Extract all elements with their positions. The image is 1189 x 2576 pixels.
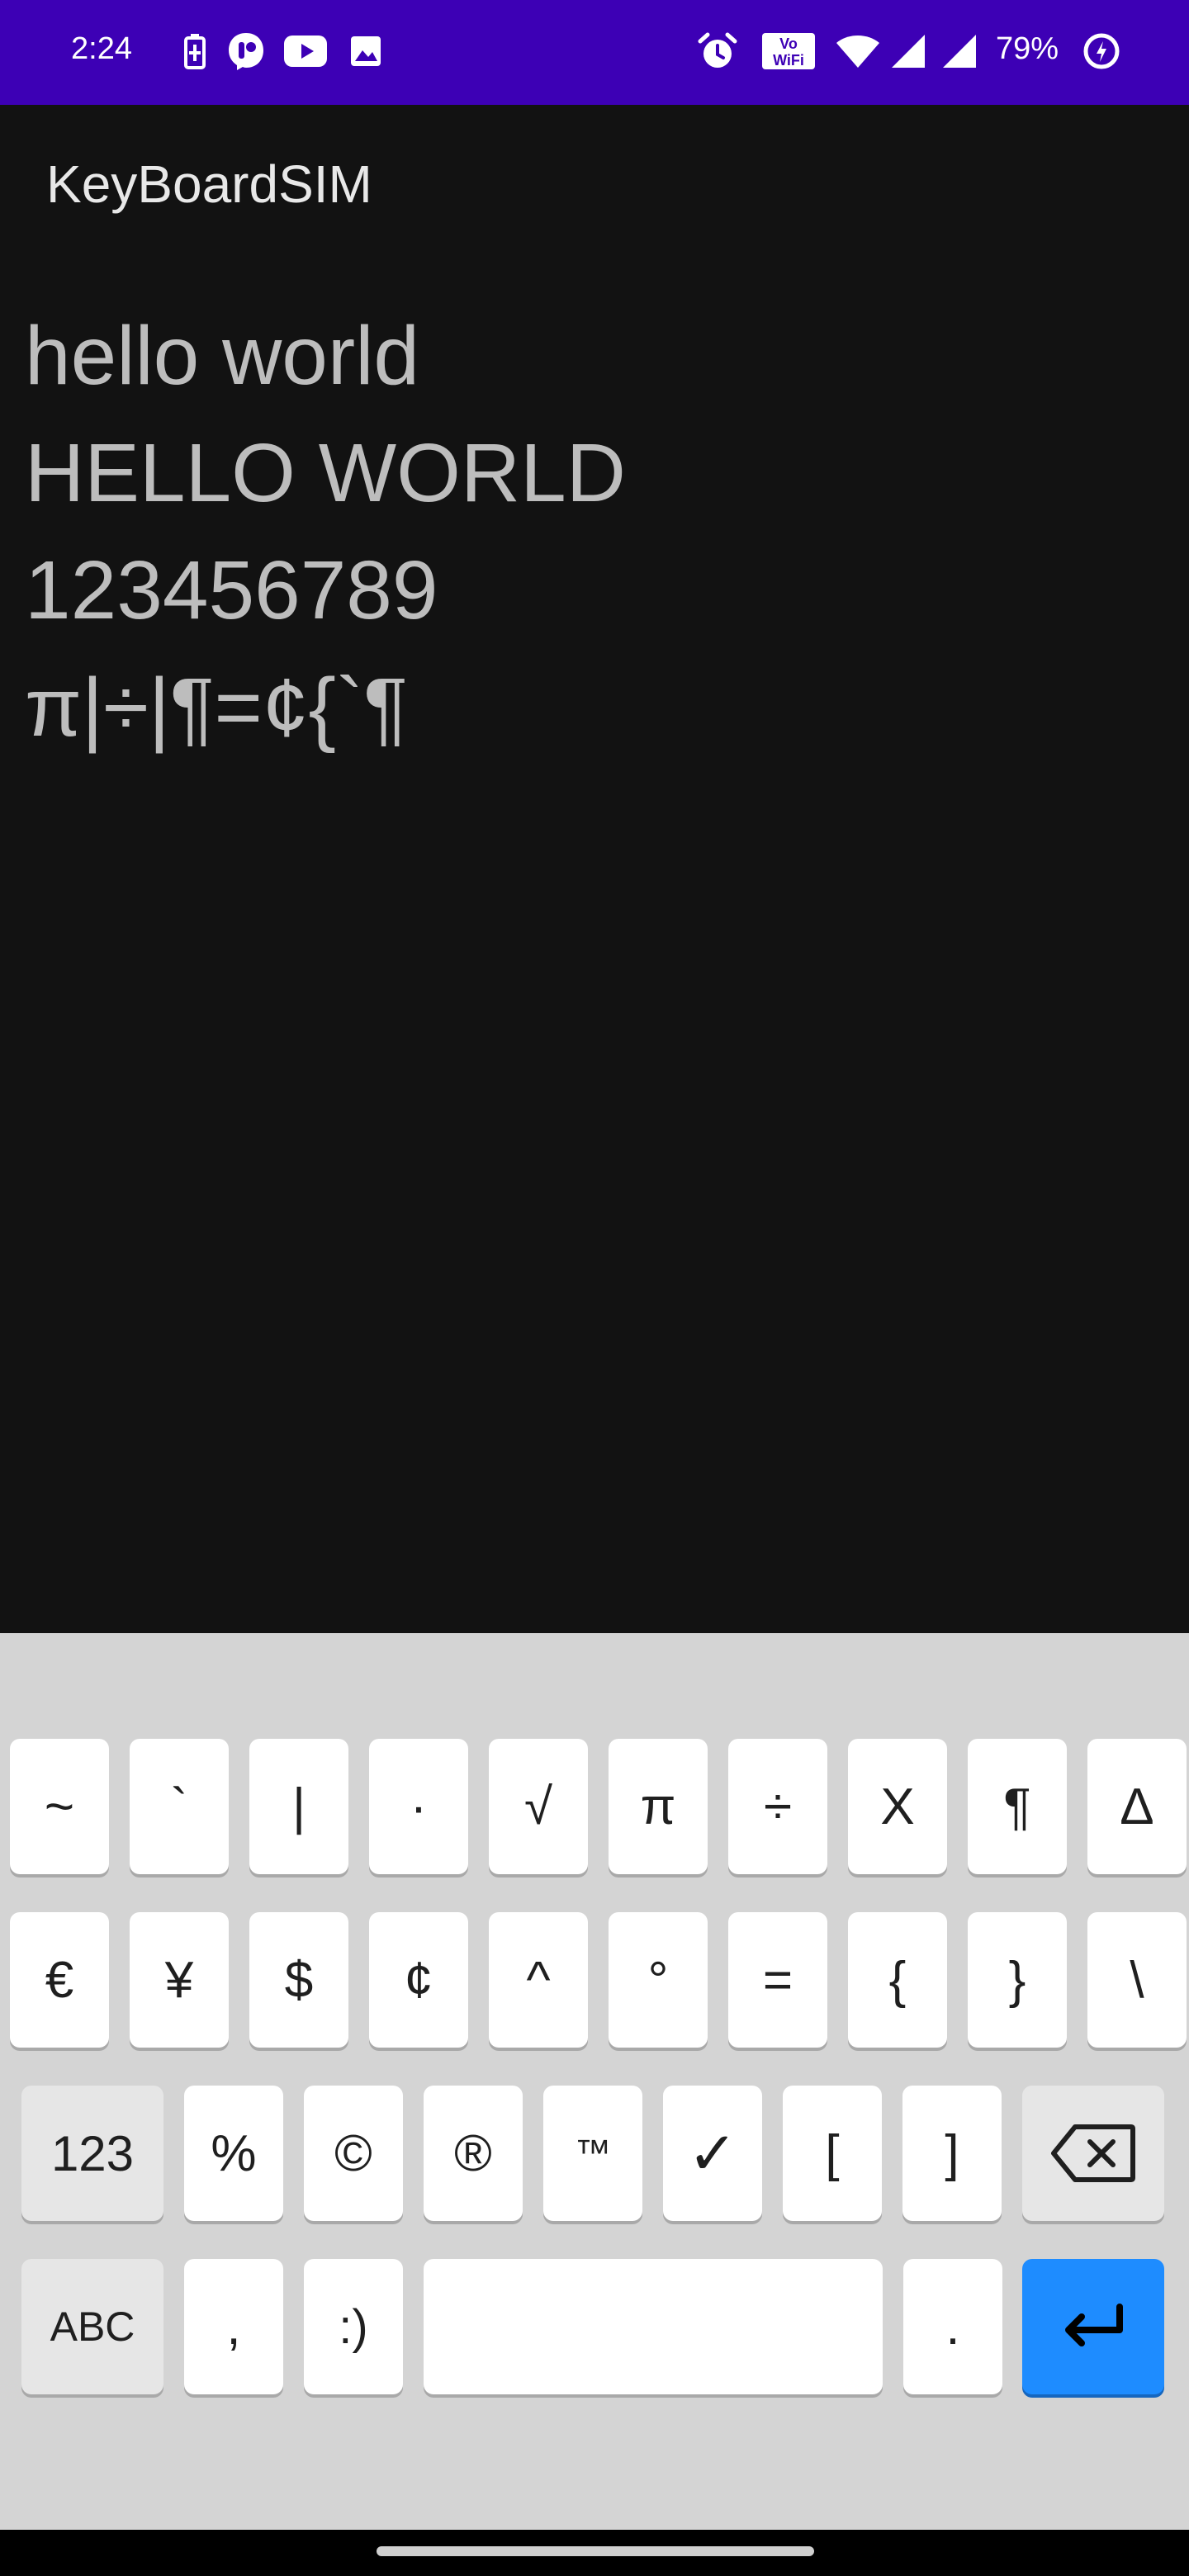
key-divide[interactable]: ÷ (728, 1739, 827, 1874)
key-euro[interactable]: € (10, 1912, 109, 2048)
key-caret[interactable]: ^ (489, 1912, 588, 2048)
space-key[interactable] (424, 2259, 883, 2394)
messenger-icon (225, 28, 268, 74)
enter-key[interactable] (1022, 2259, 1164, 2394)
navigation-bar (0, 2530, 1189, 2576)
wifi-icon (834, 28, 882, 74)
symbol-keyboard: ~ ` | · √ π ÷ X ¶ Δ € ¥ $ ¢ ^ ° = { } \ … (0, 1633, 1189, 2530)
key-smiley[interactable]: :) (304, 2259, 403, 2394)
key-left-bracket[interactable]: [ (783, 2086, 882, 2221)
text-editor[interactable]: hello world HELLO WORLD 123456789 π|÷|¶=… (25, 297, 1164, 766)
key-sqrt[interactable]: √ (489, 1739, 588, 1874)
gallery-icon (347, 28, 385, 74)
key-right-bracket[interactable]: ] (902, 2086, 1002, 2221)
key-cent[interactable]: ¢ (369, 1912, 468, 2048)
signal-icon (887, 28, 928, 74)
status-time: 2:24 (71, 31, 132, 66)
key-degree[interactable]: ° (609, 1912, 708, 2048)
key-tilde[interactable]: ~ (10, 1739, 109, 1874)
text-line-2: HELLO WORLD (25, 427, 626, 519)
text-line-1: hello world (25, 310, 420, 402)
key-pipe[interactable]: | (249, 1739, 348, 1874)
key-yen[interactable]: ¥ (130, 1912, 229, 2048)
battery-saver-icon (178, 28, 211, 74)
backspace-icon (1051, 2124, 1135, 2182)
battery-icon (1080, 28, 1123, 74)
mode-123-key[interactable]: 123 (21, 2086, 163, 2221)
key-registered[interactable]: ® (424, 2086, 523, 2221)
key-delta[interactable]: Δ (1087, 1739, 1187, 1874)
app-title: KeyBoardSIM (46, 154, 372, 214)
key-copyright[interactable]: © (304, 2086, 403, 2221)
text-line-4: π|÷|¶=¢{`¶ (25, 661, 408, 754)
youtube-icon (282, 28, 329, 74)
signal-icon-2 (938, 28, 979, 74)
battery-percent: 79% (996, 31, 1059, 66)
key-pi[interactable]: π (609, 1739, 708, 1874)
home-gesture-handle[interactable] (377, 2546, 814, 2556)
key-backtick[interactable]: ` (130, 1739, 229, 1874)
key-middle-dot[interactable]: · (369, 1739, 468, 1874)
backspace-key[interactable] (1022, 2086, 1164, 2221)
mode-abc-key[interactable]: ABC (21, 2259, 163, 2394)
alarm-icon (695, 28, 740, 74)
enter-icon (1065, 2304, 1123, 2346)
status-bar: 2:24 Vo WiFi 79% (0, 0, 1189, 105)
key-checkmark[interactable]: ✓ (663, 2086, 762, 2221)
key-percent[interactable]: % (184, 2086, 283, 2221)
key-multiply[interactable]: X (848, 1739, 947, 1874)
key-comma[interactable]: , (184, 2259, 283, 2394)
key-period[interactable]: . (903, 2259, 1002, 2394)
svg-text:WiFi: WiFi (773, 52, 804, 69)
key-equals[interactable]: = (728, 1912, 827, 2048)
key-dollar[interactable]: $ (249, 1912, 348, 2048)
key-backslash[interactable]: \ (1087, 1912, 1187, 2048)
svg-text:Vo: Vo (779, 36, 798, 52)
key-right-brace[interactable]: } (968, 1912, 1067, 2048)
key-pilcrow[interactable]: ¶ (968, 1739, 1067, 1874)
key-trademark[interactable]: ™ (543, 2086, 642, 2221)
vowifi-icon: Vo WiFi (760, 28, 817, 74)
text-line-3: 123456789 (25, 544, 438, 637)
key-left-brace[interactable]: { (848, 1912, 947, 2048)
